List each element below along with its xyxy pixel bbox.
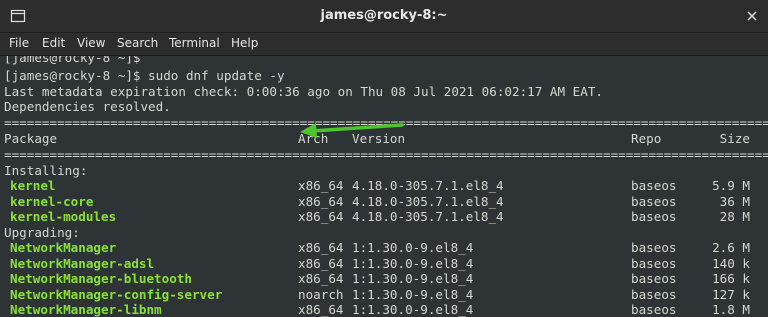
title-bar: james@rocky-8:~ <box>0 0 768 33</box>
prompt-line-partial: [james@rocky-8 ~]$ <box>4 56 141 65</box>
package-repo: baseos <box>631 178 677 193</box>
package-name: NetworkManager-config-server <box>10 286 223 302</box>
package-name: NetworkManager <box>10 240 117 255</box>
package-arch: x86_64 <box>298 302 344 317</box>
package-size: 36 M <box>719 193 750 209</box>
table-row: kernel-core x86_64 4.18.0-305.7.1.el8_4 bas… <box>4 194 764 210</box>
package-arch: x86_64 <box>298 178 344 193</box>
package-version: 4.18.0-305.7.1.el8_4 <box>352 193 504 209</box>
terminal-window: james@rocky-8:~ File Edit View Search Te… <box>0 0 768 317</box>
command-line: [james@rocky-8 ~]$ sudo dnf update -y <box>4 68 285 83</box>
package-repo: baseos <box>631 286 677 302</box>
package-version: 4.18.0-305.7.1.el8_4 <box>352 209 504 224</box>
table-row: NetworkManager x86_64 1:1.30.0-9.el8_4 base… <box>4 240 764 256</box>
table-row: NetworkManager-config-server noarch 1:1.30… <box>4 287 764 303</box>
package-name: kernel <box>10 178 56 193</box>
table-row: NetworkManager-libnm x86_64 1:1.30.0-9.el8… <box>4 302 764 317</box>
section-installing: Installing: <box>4 163 88 178</box>
package-arch: noarch <box>298 286 344 302</box>
menu-bar: File Edit View Search Terminal Help <box>0 33 768 56</box>
package-arch: x86_64 <box>298 240 344 255</box>
package-version: 4.18.0-305.7.1.el8_4 <box>352 178 504 193</box>
package-name: kernel-modules <box>10 209 117 224</box>
menu-terminal[interactable]: Terminal <box>169 36 220 50</box>
package-size: 2.6 M <box>712 240 750 255</box>
package-name: NetworkManager-bluetooth <box>10 271 192 286</box>
package-size: 140 k <box>712 255 750 271</box>
metadata-line: Last metadata expiration check: 0:00:36 … <box>4 84 603 99</box>
package-repo: baseos <box>631 255 677 271</box>
package-version: 1:1.30.0-9.el8_4 <box>352 255 474 271</box>
package-arch: x86_64 <box>298 193 344 209</box>
package-repo: baseos <box>631 271 677 286</box>
package-version: 1:1.30.0-9.el8_4 <box>352 286 474 302</box>
package-arch: x86_64 <box>298 209 344 224</box>
package-size: 5.9 M <box>712 178 750 193</box>
menu-view[interactable]: View <box>77 36 105 50</box>
table-row: NetworkManager-adsl x86_64 1:1.30.0-9.el8_… <box>4 256 764 272</box>
deps-line: Dependencies resolved. <box>4 99 171 114</box>
package-repo: baseos <box>631 193 677 209</box>
section-upgrading: Upgrading: <box>4 225 80 240</box>
package-name: kernel-core <box>10 193 94 209</box>
arrow-annotation-icon <box>300 123 404 138</box>
close-icon[interactable] <box>744 8 760 24</box>
package-version: 1:1.30.0-9.el8_4 <box>352 302 474 317</box>
header-size: Size <box>719 131 750 146</box>
package-name: NetworkManager-adsl <box>10 255 155 271</box>
package-repo: baseos <box>631 240 677 255</box>
package-size: 127 k <box>712 286 750 302</box>
menu-help[interactable]: Help <box>231 36 258 50</box>
package-version: 1:1.30.0-9.el8_4 <box>352 271 474 286</box>
table-row: kernel-modules x86_64 4.18.0-305.7.1.el8_4… <box>4 209 764 225</box>
window-title: james@rocky-8:~ <box>320 8 448 23</box>
package-size: 166 k <box>712 271 750 286</box>
package-version: 1:1.30.0-9.el8_4 <box>352 240 474 255</box>
package-arch: x86_64 <box>298 255 344 271</box>
separator-line: ========================================… <box>4 147 768 162</box>
package-repo: baseos <box>631 302 677 317</box>
menu-edit[interactable]: Edit <box>42 36 65 50</box>
header-repo: Repo <box>631 131 662 146</box>
terminal-output[interactable]: [james@rocky-8 ~]$ [james@rocky-8 ~]$ su… <box>0 56 768 317</box>
package-size: 28 M <box>719 209 750 224</box>
header-package: Package <box>4 131 58 146</box>
menu-search[interactable]: Search <box>117 36 158 50</box>
package-size: 1.8 M <box>712 302 750 317</box>
package-name: NetworkManager-libnm <box>10 302 162 317</box>
package-arch: x86_64 <box>298 271 344 286</box>
table-row: kernel x86_64 4.18.0-305.7.1.el8_4 baseos 5.… <box>4 178 764 194</box>
menu-file[interactable]: File <box>9 36 29 50</box>
table-row: NetworkManager-bluetooth x86_64 1:1.30.0-9… <box>4 271 764 287</box>
package-repo: baseos <box>631 209 677 224</box>
